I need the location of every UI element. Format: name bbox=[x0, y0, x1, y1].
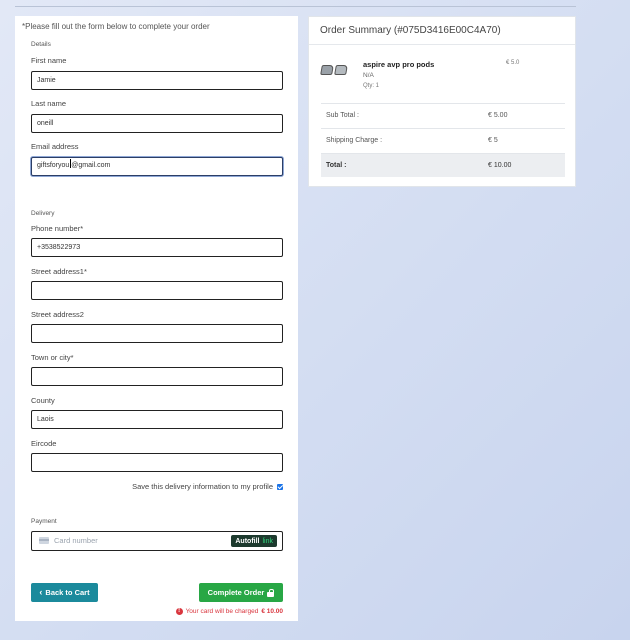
town-label: Town or city* bbox=[31, 353, 74, 362]
eircode-label: Eircode bbox=[31, 439, 57, 448]
shipping-row: Shipping Charge : € 5 bbox=[321, 128, 565, 152]
order-summary-title: Order Summary (#075D3416E00C4A70) bbox=[309, 17, 575, 45]
last-name-input[interactable]: oneill bbox=[31, 114, 283, 133]
warning-icon: ! bbox=[175, 608, 183, 615]
charge-notice-text: Your card will be charged bbox=[185, 608, 259, 615]
card-number-input[interactable]: Card number Autofill link bbox=[31, 531, 283, 551]
phone-label: Phone number* bbox=[31, 224, 84, 233]
last-name-label: Last name bbox=[31, 99, 67, 108]
payment-section-label: Payment bbox=[31, 518, 57, 525]
county-input[interactable]: Laois bbox=[31, 410, 283, 429]
card-number-placeholder: Card number bbox=[54, 536, 98, 545]
subtotal-label: Sub Total : bbox=[326, 112, 359, 119]
total-label: Total : bbox=[326, 162, 347, 169]
town-input[interactable] bbox=[31, 367, 283, 386]
first-name-input[interactable]: Jamie bbox=[31, 71, 283, 90]
subtotal-value: € 5.00 bbox=[488, 112, 508, 119]
email-value-start: giftsforyou bbox=[37, 162, 70, 169]
total-row: Total : € 10.00 bbox=[321, 153, 565, 177]
delivery-section-label: Delivery bbox=[31, 210, 55, 217]
shipping-label: Shipping Charge : bbox=[326, 137, 383, 144]
link-brand-label: link bbox=[262, 537, 273, 545]
street1-label: Street address1* bbox=[31, 267, 87, 276]
street2-input[interactable] bbox=[31, 324, 283, 343]
autofill-label: Autofill bbox=[235, 537, 260, 545]
card-icon bbox=[39, 537, 49, 544]
phone-input[interactable]: +353852297З bbox=[31, 238, 283, 257]
product-name: aspire avp pro pods bbox=[363, 60, 435, 69]
lock-icon bbox=[267, 588, 275, 597]
street1-input[interactable] bbox=[31, 281, 283, 300]
back-to-cart-button[interactable]: ‹ Back to Cart bbox=[31, 583, 98, 602]
product-image bbox=[320, 65, 349, 77]
charge-notice: ! Your card will be charged € 10.00 bbox=[175, 608, 283, 615]
email-label: Email address bbox=[31, 142, 79, 151]
total-value: € 10.00 bbox=[488, 162, 512, 169]
order-summary: Order Summary (#075D3416E00C4A70) aspire… bbox=[308, 16, 576, 187]
back-to-cart-label: Back to Cart bbox=[45, 588, 90, 597]
complete-order-label: Complete Order bbox=[207, 588, 265, 597]
product-variant: N/A bbox=[363, 72, 374, 79]
save-delivery-checkbox[interactable] bbox=[277, 483, 283, 490]
email-value-end: @gmail.com bbox=[71, 162, 111, 169]
charge-amount: € 10.00 bbox=[261, 608, 283, 615]
details-section-label: Details bbox=[31, 41, 51, 48]
first-name-label: First name bbox=[31, 56, 67, 65]
complete-order-button[interactable]: Complete Order bbox=[199, 583, 283, 602]
shipping-value: € 5 bbox=[488, 137, 498, 144]
product-quantity: Qty: 1 bbox=[363, 83, 380, 89]
email-input[interactable]: giftsforyou @gmail.com bbox=[31, 157, 283, 176]
product-price: € 5.0 bbox=[506, 60, 520, 66]
save-delivery-row[interactable]: Save this delivery information to my pro… bbox=[132, 482, 283, 491]
autofill-link-button[interactable]: Autofill link bbox=[231, 535, 277, 547]
chevron-left-icon: ‹ bbox=[39, 587, 43, 597]
street2-label: Street address2 bbox=[31, 310, 84, 319]
eircode-input[interactable] bbox=[31, 453, 283, 472]
save-delivery-label: Save this delivery information to my pro… bbox=[132, 482, 273, 491]
checkout-form: *Please fill out the form below to compl… bbox=[15, 16, 298, 621]
subtotal-row: Sub Total : € 5.00 bbox=[321, 103, 565, 127]
form-notice: *Please fill out the form below to compl… bbox=[22, 22, 210, 31]
top-divider bbox=[15, 6, 576, 7]
county-label: County bbox=[31, 396, 55, 405]
